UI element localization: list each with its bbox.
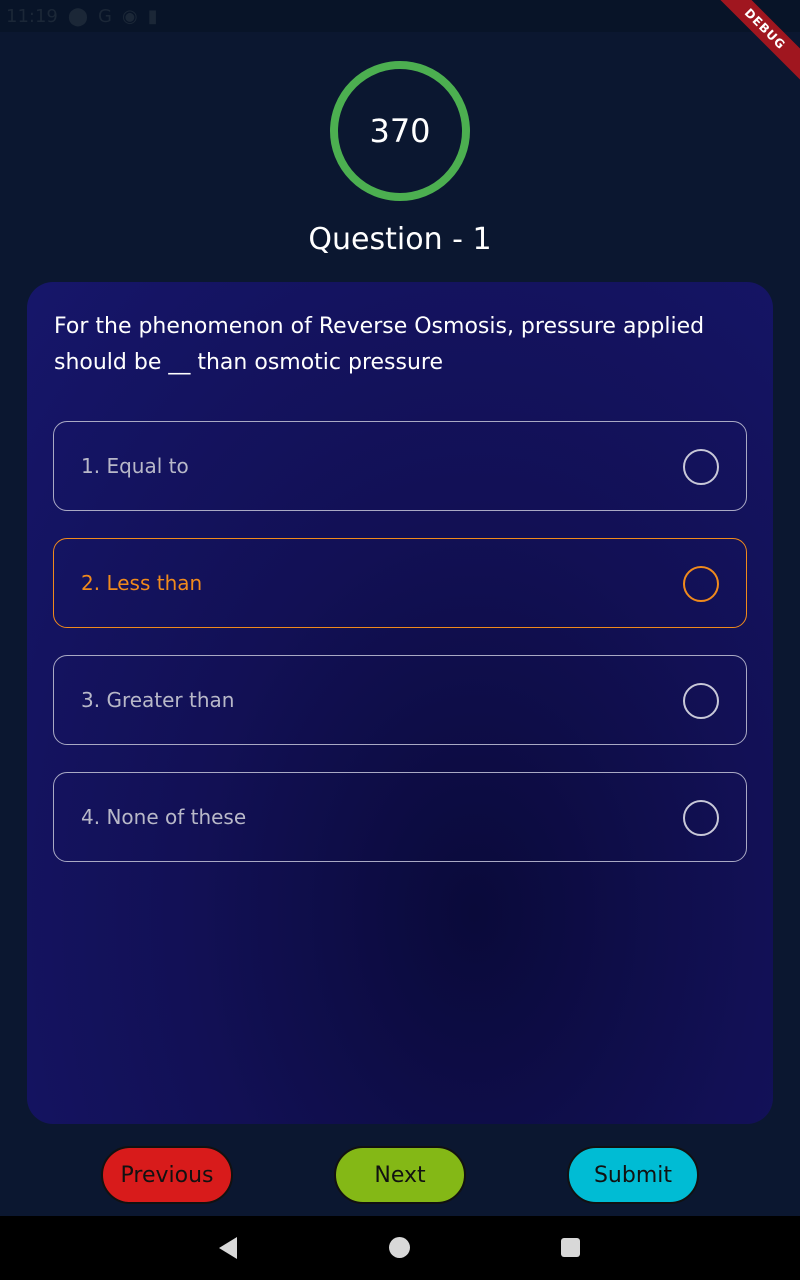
question-title: Question - 1 <box>308 222 492 257</box>
submit-button[interactable]: Submit <box>567 1146 699 1204</box>
option-4[interactable]: 4. None of these <box>53 772 747 862</box>
previous-button[interactable]: Previous <box>101 1146 233 1204</box>
sd-card-icon: ▮ <box>147 5 158 27</box>
next-button[interactable]: Next <box>334 1146 466 1204</box>
countdown-timer: 370 <box>330 61 470 201</box>
option-3[interactable]: 3. Greater than <box>53 655 747 745</box>
recent-apps-icon[interactable] <box>561 1238 580 1257</box>
option-label: 1. Equal to <box>81 454 189 478</box>
status-bar: 11:19 ⬤ G ◉ ▮ <box>0 0 800 32</box>
option-label: 4. None of these <box>81 805 247 829</box>
timer-value: 370 <box>369 112 431 150</box>
option-1[interactable]: 1. Equal to <box>53 421 747 511</box>
option-label: 3. Greater than <box>81 688 235 712</box>
option-2[interactable]: 2. Less than <box>53 538 747 628</box>
radio-button[interactable] <box>683 800 719 836</box>
system-nav-bar <box>0 1216 800 1280</box>
back-icon[interactable] <box>219 1237 237 1259</box>
question-card: For the phenomenon of Reverse Osmosis, p… <box>27 282 773 1124</box>
google-play-icon: ◉ <box>121 5 138 27</box>
location-icon: ⬤ <box>67 5 89 27</box>
google-icon: G <box>98 5 112 27</box>
home-icon[interactable] <box>389 1237 410 1258</box>
radio-button[interactable] <box>683 683 719 719</box>
radio-button[interactable] <box>683 449 719 485</box>
radio-button[interactable] <box>683 566 719 602</box>
question-text: For the phenomenon of Reverse Osmosis, p… <box>54 314 705 375</box>
option-label: 2. Less than <box>81 571 203 595</box>
status-time: 11:19 <box>6 5 58 27</box>
